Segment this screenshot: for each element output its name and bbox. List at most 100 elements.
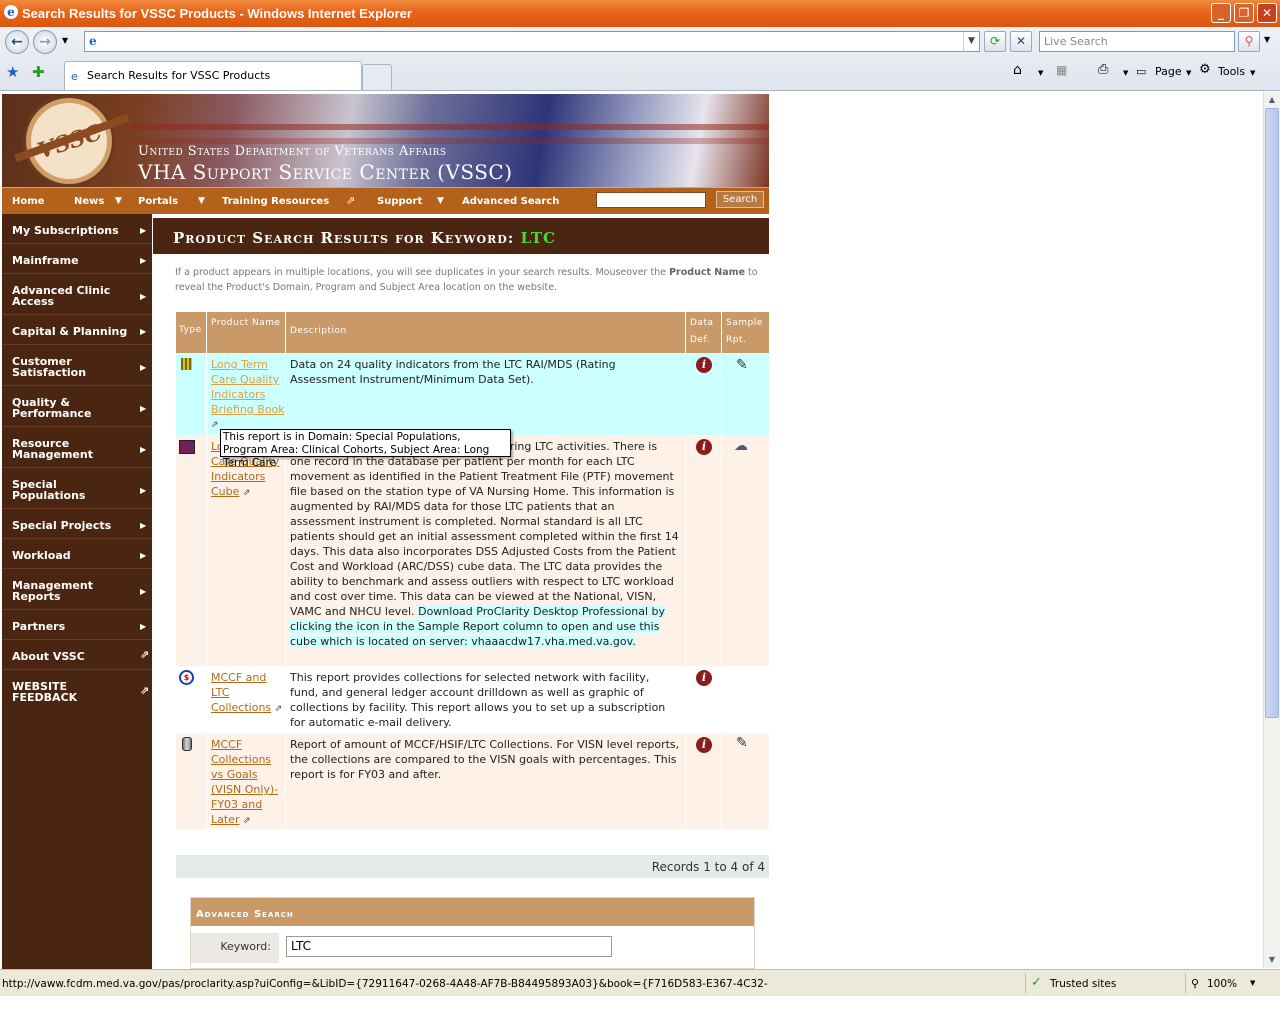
tools-dropdown-icon[interactable]: ▼ bbox=[1250, 69, 1255, 77]
banner-department: United States Department of Veterans Aff… bbox=[138, 144, 447, 159]
left-navigation: My Subscriptions ▶ Mainframe ▶ Advanced Cl… bbox=[2, 214, 152, 970]
chevron-right-icon: ▶ bbox=[140, 486, 147, 495]
add-favorites-icon[interactable]: ✚ bbox=[32, 63, 45, 81]
product-link[interactable]: MCCF and LTC Collections bbox=[211, 671, 271, 714]
col-data-def: Data Def. bbox=[686, 312, 722, 353]
restore-button[interactable]: ❐ bbox=[1234, 3, 1254, 23]
product-link[interactable]: Long Term Care Quality Indicators Briefi… bbox=[211, 358, 285, 416]
home-icon[interactable]: ⌂ bbox=[1013, 62, 1022, 78]
leftnav-mainframe[interactable]: Mainframe ▶ bbox=[2, 244, 152, 274]
sample-report-icon[interactable]: ✎ bbox=[736, 735, 748, 751]
leftnav-advanced-clinic-access[interactable]: Advanced Clinic Access ▶ bbox=[2, 274, 152, 315]
table-row: Long Term Care Quality Indicators Briefi… bbox=[176, 353, 769, 435]
chevron-right-icon: ▶ bbox=[140, 327, 147, 336]
chevron-right-icon: ▶ bbox=[140, 363, 147, 372]
tools-menu[interactable]: Tools bbox=[1218, 65, 1245, 78]
live-search-input[interactable]: Live Search bbox=[1039, 31, 1235, 52]
proclarity-download-icon[interactable]: ☁ bbox=[734, 438, 748, 454]
advanced-search-title: Advanced Search bbox=[191, 898, 754, 926]
col-sample-rpt: Sample Rpt. bbox=[722, 312, 769, 353]
product-description: This report provides collections for sel… bbox=[286, 666, 686, 733]
leftnav-customer-satisfaction[interactable]: Customer Satisfaction ▶ bbox=[2, 345, 152, 386]
chevron-right-icon: ▶ bbox=[140, 256, 147, 265]
print-icon[interactable]: ⎙ bbox=[1098, 62, 1108, 77]
site-search-input[interactable] bbox=[596, 192, 706, 208]
back-button[interactable]: ← bbox=[5, 30, 29, 54]
nav-home[interactable]: Home bbox=[12, 196, 44, 207]
minimize-button[interactable]: _ bbox=[1211, 3, 1231, 23]
top-navigation: Home News ▼ Portals ▼ Training Resources… bbox=[2, 187, 769, 214]
page-dropdown-icon[interactable]: ▼ bbox=[1186, 69, 1191, 77]
data-definition-info-icon[interactable]: i bbox=[696, 439, 712, 455]
new-tab-button[interactable] bbox=[362, 64, 392, 90]
leftnav-my-subscriptions[interactable]: My Subscriptions ▶ bbox=[2, 214, 152, 244]
site-search-button[interactable]: Search bbox=[716, 191, 764, 208]
product-description: Report of amount of MCCF/HSIF/LTC Collec… bbox=[286, 733, 686, 829]
nav-news[interactable]: News bbox=[74, 196, 104, 207]
external-link-icon: ⇗ bbox=[274, 704, 283, 714]
home-dropdown-icon[interactable]: ▼ bbox=[1038, 69, 1043, 77]
chevron-right-icon: ▶ bbox=[140, 622, 147, 631]
search-options-icon[interactable]: ▼ bbox=[1264, 35, 1270, 44]
keyword-input[interactable]: LTC bbox=[286, 936, 612, 957]
nav-support[interactable]: Support bbox=[377, 196, 422, 207]
tab-search-results[interactable]: e Search Results for VSSC Products bbox=[64, 61, 362, 90]
chevron-right-icon: ▶ bbox=[140, 226, 147, 235]
leftnav-partners[interactable]: Partners ▶ bbox=[2, 610, 152, 640]
product-link[interactable]: MCCF Collections vs Goals (VISN Only)-FY… bbox=[211, 738, 278, 826]
address-bar[interactable]: e ▼ bbox=[84, 31, 980, 52]
zoom-dropdown-icon[interactable]: ▼ bbox=[1250, 979, 1255, 987]
data-definition-info-icon[interactable]: i bbox=[696, 737, 712, 753]
product-description: Data on 24 quality indicators from the L… bbox=[286, 353, 686, 435]
records-count: Records 1 to 4 of 4 bbox=[176, 855, 769, 878]
page-menu[interactable]: Page bbox=[1155, 65, 1182, 78]
leftnav-management-reports[interactable]: Management Reports ▶ bbox=[2, 569, 152, 610]
refresh-button[interactable]: ⟳ bbox=[984, 31, 1006, 52]
news-dropdown-icon[interactable]: ▼ bbox=[115, 196, 122, 206]
scroll-thumb[interactable] bbox=[1265, 108, 1279, 718]
portals-dropdown-icon[interactable]: ▼ bbox=[198, 196, 205, 206]
tools-gear-icon: ⚙ bbox=[1199, 62, 1211, 77]
checkmark-icon: ✓ bbox=[1031, 975, 1042, 990]
leftnav-resource-management[interactable]: Resource Management ▶ bbox=[2, 427, 152, 468]
sample-report-icon[interactable]: ✎ bbox=[736, 357, 748, 373]
leftnav-workload[interactable]: Workload ▶ bbox=[2, 539, 152, 569]
history-dropdown-icon[interactable]: ▼ bbox=[62, 36, 68, 45]
search-go-icon[interactable]: ⚲ bbox=[1238, 31, 1260, 52]
nav-training-resources[interactable]: Training Resources bbox=[222, 196, 329, 207]
scroll-up-icon[interactable]: ▲ bbox=[1265, 92, 1279, 107]
scroll-down-icon[interactable]: ▼ bbox=[1265, 952, 1279, 967]
data-definition-info-icon[interactable]: i bbox=[696, 357, 712, 373]
leftnav-about-vssc[interactable]: About VSSC ⇗ bbox=[2, 640, 152, 670]
site-banner: VSSC United States Department of Veteran… bbox=[2, 94, 769, 187]
report-icon: $ bbox=[179, 670, 194, 685]
nav-portals[interactable]: Portals bbox=[138, 196, 178, 207]
vertical-scrollbar[interactable]: ▲ ▼ bbox=[1263, 92, 1280, 968]
advanced-search-panel: Advanced Search Keyword: LTC bbox=[190, 897, 755, 969]
close-button[interactable]: ✕ bbox=[1257, 3, 1277, 23]
address-dropdown-icon[interactable]: ▼ bbox=[963, 32, 979, 51]
leftnav-special-populations[interactable]: Special Populations ▶ bbox=[2, 468, 152, 509]
favorites-star-icon[interactable]: ★ bbox=[6, 63, 19, 81]
page-icon: e bbox=[89, 34, 97, 48]
briefing-book-icon bbox=[181, 358, 192, 370]
feeds-icon[interactable]: ▦ bbox=[1056, 63, 1067, 77]
chevron-right-icon: ▶ bbox=[140, 445, 147, 454]
leftnav-special-projects[interactable]: Special Projects ▶ bbox=[2, 509, 152, 539]
chevron-right-icon: ▶ bbox=[140, 521, 147, 530]
stop-button[interactable]: ✕ bbox=[1010, 31, 1032, 52]
col-product-name: Product Name bbox=[207, 312, 286, 353]
leftnav-quality-performance[interactable]: Quality & Performance ▶ bbox=[2, 386, 152, 427]
security-zone[interactable]: Trusted sites bbox=[1050, 978, 1116, 990]
window-title: Search Results for VSSC Products - Windo… bbox=[22, 6, 412, 21]
nav-advanced-search[interactable]: Advanced Search bbox=[462, 196, 559, 207]
data-definition-info-icon[interactable]: i bbox=[696, 670, 712, 686]
support-dropdown-icon[interactable]: ▼ bbox=[437, 196, 444, 206]
leftnav-website-feedback[interactable]: WEBSITE FEEDBACK ⇗ bbox=[2, 670, 152, 711]
zoom-level[interactable]: 100% bbox=[1207, 978, 1237, 990]
leftnav-capital-planning[interactable]: Capital & Planning ▶ bbox=[2, 315, 152, 345]
table-row: MCCF Collections vs Goals (VISN Only)-FY… bbox=[176, 733, 769, 829]
print-dropdown-icon[interactable]: ▼ bbox=[1123, 69, 1128, 77]
forward-button[interactable]: → bbox=[33, 30, 57, 54]
external-link-icon: ⇗ bbox=[346, 194, 356, 207]
